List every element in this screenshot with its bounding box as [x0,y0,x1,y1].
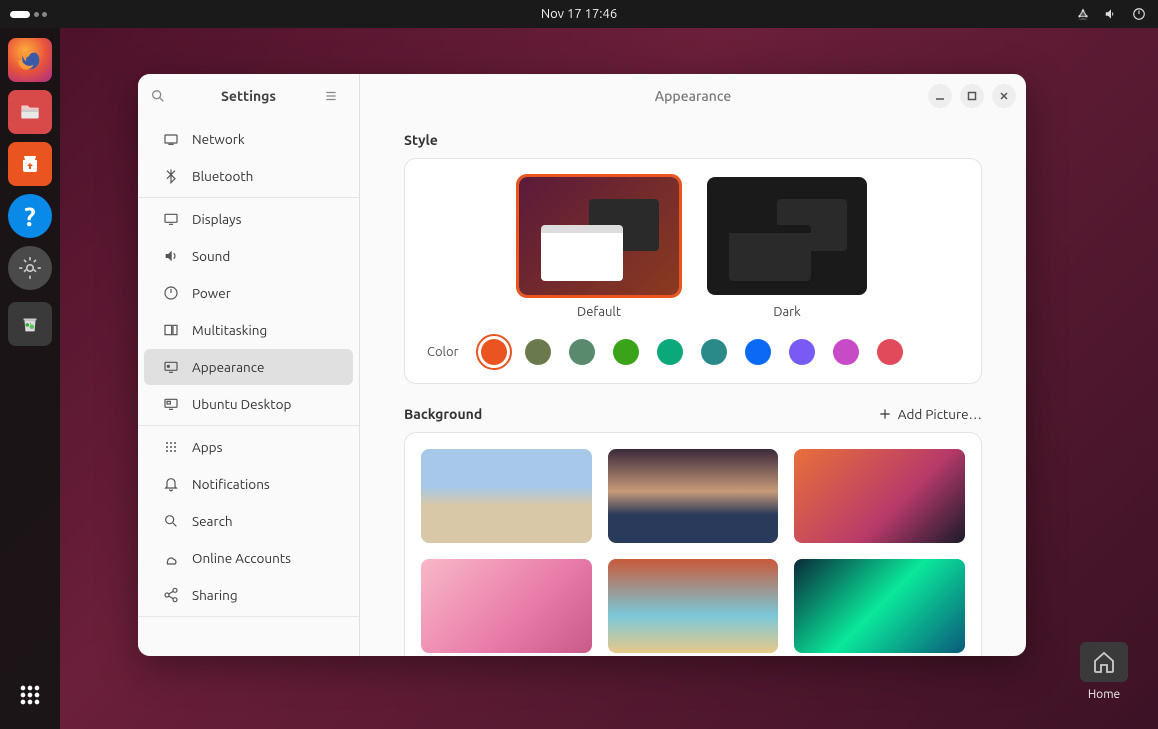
power-icon [162,285,180,301]
apps-icon [162,439,180,455]
background-option-bg5[interactable] [608,559,779,653]
sidebar-menu-button[interactable] [323,89,347,103]
multitasking-icon [162,322,180,338]
dock: ? [0,28,60,729]
sidebar-item-label: Ubuntu Desktop [192,396,291,412]
sidebar-item-power[interactable]: Power [144,275,353,311]
dock-show-apps[interactable] [8,673,52,717]
notifications-icon [162,476,180,492]
sidebar-item-label: Online Accounts [192,550,291,566]
style-label-dark: Dark [707,305,867,319]
network-icon [162,131,180,147]
sidebar-item-label: Multitasking [192,322,267,338]
background-option-bg6[interactable] [794,559,965,653]
sidebar-item-label: Sound [192,248,230,264]
color-swatch-4[interactable] [657,339,683,365]
volume-icon[interactable] [1104,7,1118,21]
sidebar-title: Settings [182,88,315,104]
system-tray[interactable] [1076,7,1146,21]
dock-settings[interactable] [8,246,52,290]
sidebar-item-appearance[interactable]: Appearance [144,349,353,385]
color-swatch-0[interactable] [481,339,507,365]
minimize-button[interactable] [928,84,952,108]
sidebar-item-label: Network [192,131,245,147]
desktop-home-label: Home [1080,688,1128,701]
sidebar-item-network[interactable]: Network [144,121,353,157]
sidebar-item-multitasking[interactable]: Multitasking [144,312,353,348]
sidebar-item-label: Appearance [192,359,264,375]
sidebar-item-sound[interactable]: Sound [144,238,353,274]
style-panel: Default Dark Color [404,158,982,384]
ubuntu-desktop-icon [162,396,180,412]
color-swatch-7[interactable] [789,339,815,365]
sidebar-item-apps[interactable]: Apps [144,429,353,465]
sidebar-search-button[interactable] [150,88,174,104]
sidebar-item-displays[interactable]: Displays [144,201,353,237]
dock-software[interactable] [8,142,52,186]
background-panel [404,432,982,656]
sidebar-item-ubuntu-desktop[interactable]: Ubuntu Desktop [144,386,353,422]
settings-content: Appearance Style Default Dark Color Backg… [360,74,1026,656]
color-swatch-9[interactable] [877,339,903,365]
color-swatch-2[interactable] [569,339,595,365]
maximize-button[interactable] [960,84,984,108]
color-swatch-5[interactable] [701,339,727,365]
dock-help[interactable]: ? [8,194,52,238]
workspace-pill-icon [10,11,30,18]
style-option-default[interactable] [519,177,679,295]
close-button[interactable] [992,84,1016,108]
network-icon[interactable] [1076,7,1090,21]
background-option-bg1[interactable] [421,449,592,543]
sound-icon [162,248,180,264]
search-icon [162,513,180,529]
sidebar-item-bluetooth[interactable]: Bluetooth [144,158,353,194]
sidebar-item-label: Power [192,285,231,301]
sidebar-item-notifications[interactable]: Notifications [144,466,353,502]
sidebar-item-label: Apps [192,439,222,455]
background-section-label: Background [404,406,482,422]
settings-sidebar: Settings Network Bluetooth Displays Sound Po… [138,74,360,656]
sidebar-item-online-accounts[interactable]: Online Accounts [144,540,353,576]
content-title: Appearance [655,88,732,104]
sidebar-item-sharing[interactable]: Sharing [144,577,353,613]
color-swatch-1[interactable] [525,339,551,365]
appearance-icon [162,359,180,375]
background-option-bg3[interactable] [794,449,965,543]
online-accounts-icon [162,550,180,566]
power-icon[interactable] [1132,7,1146,21]
style-option-dark[interactable] [707,177,867,295]
dock-firefox[interactable] [8,38,52,82]
color-swatch-6[interactable] [745,339,771,365]
desktop-home-icon[interactable]: Home [1080,642,1128,701]
top-bar: Nov 17 17:46 [0,0,1158,28]
sidebar-item-label: Bluetooth [192,168,253,184]
add-picture-button[interactable]: Add Picture… [878,406,982,422]
settings-window: Settings Network Bluetooth Displays Sound Po… [138,74,1026,656]
color-swatch-3[interactable] [613,339,639,365]
color-swatch-8[interactable] [833,339,859,365]
bluetooth-icon [162,168,180,184]
displays-icon [162,211,180,227]
dock-trash[interactable] [8,302,52,346]
add-picture-label: Add Picture… [898,406,982,422]
activities-button[interactable] [10,11,47,18]
sidebar-item-label: Search [192,513,233,529]
sidebar-item-label: Displays [192,211,241,227]
style-label-default: Default [519,305,679,319]
sharing-icon [162,587,180,603]
sidebar-item-search[interactable]: Search [144,503,353,539]
clock[interactable]: Nov 17 17:46 [541,7,617,21]
background-option-bg2[interactable] [608,449,779,543]
dock-files[interactable] [8,90,52,134]
sidebar-item-label: Notifications [192,476,270,492]
sidebar-item-label: Sharing [192,587,238,603]
style-section-label: Style [404,132,982,148]
color-label: Color [427,345,459,359]
background-option-bg4[interactable] [421,559,592,653]
